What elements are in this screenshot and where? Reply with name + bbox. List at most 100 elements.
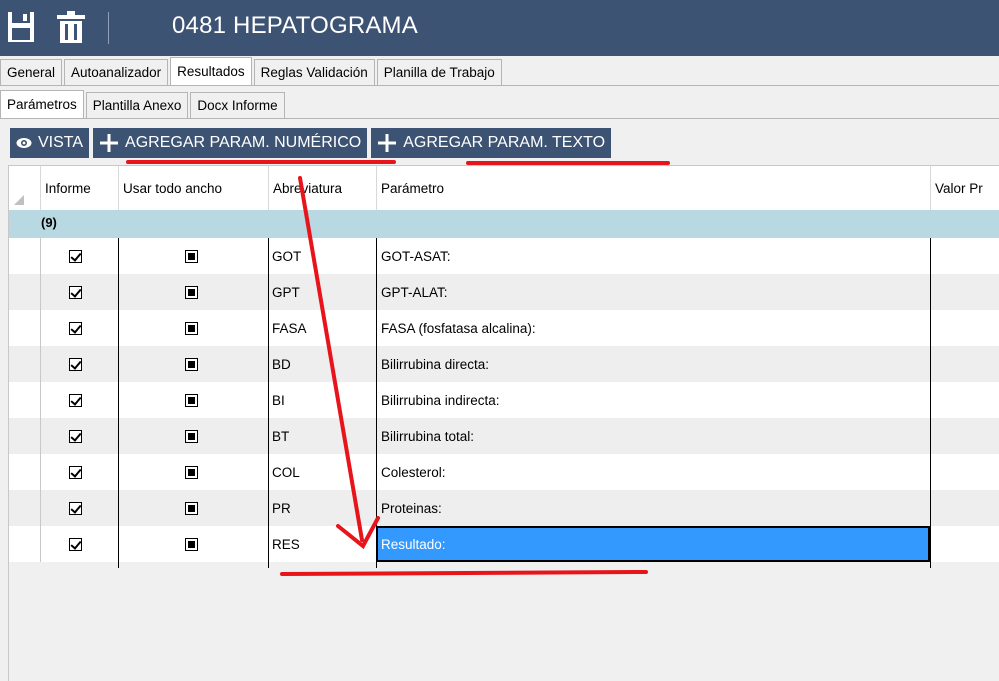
table-row[interactable]: FASA FASA (fosfatasa alcalina): xyxy=(9,310,999,346)
usar-todo-ancho-checkbox[interactable] xyxy=(185,393,198,407)
table-row[interactable]: RES Resultado: xyxy=(9,526,999,562)
informe-checkbox[interactable] xyxy=(69,501,82,515)
parametro-cell[interactable]: GPT-ALAT: xyxy=(381,274,929,310)
abreviatura-cell[interactable]: BD xyxy=(272,346,376,382)
add-text-param-button[interactable]: AGREGAR PARAM. TEXTO xyxy=(371,128,612,158)
row-header[interactable] xyxy=(9,274,41,310)
abreviatura-cell[interactable]: GPT xyxy=(272,274,376,310)
usar-todo-ancho-cell xyxy=(185,274,198,310)
tab-autoanalizador[interactable]: Autoanalizador xyxy=(64,59,169,85)
usar-todo-ancho-checkbox[interactable] xyxy=(185,501,198,515)
select-all-corner[interactable] xyxy=(9,166,41,210)
vista-button[interactable]: VISTA xyxy=(10,128,90,158)
abreviatura-cell[interactable]: GOT xyxy=(272,238,376,274)
usar-todo-ancho-checkbox[interactable] xyxy=(185,537,198,551)
valor-cell[interactable] xyxy=(931,526,999,562)
informe-checkbox[interactable] xyxy=(69,285,82,299)
usar-todo-ancho-checkbox[interactable] xyxy=(185,357,198,371)
table-row[interactable]: BI Bilirrubina indirecta: xyxy=(9,382,999,418)
row-header[interactable] xyxy=(9,310,41,346)
group-row[interactable]: (9) xyxy=(9,210,999,238)
column-divider xyxy=(930,238,931,568)
page-title: 0481 HEPATOGRAMA xyxy=(172,12,418,39)
table-row[interactable]: BD Bilirrubina directa: xyxy=(9,346,999,382)
usar-todo-ancho-cell xyxy=(185,310,198,346)
parametro-cell[interactable]: Bilirrubina total: xyxy=(381,418,929,454)
informe-checkbox[interactable] xyxy=(69,321,82,335)
informe-checkbox[interactable] xyxy=(69,537,82,551)
tab-resultados[interactable]: Resultados xyxy=(170,57,252,85)
valor-cell[interactable] xyxy=(931,490,999,526)
informe-cell xyxy=(69,418,82,454)
usar-todo-ancho-checkbox[interactable] xyxy=(185,465,198,479)
trash-icon[interactable] xyxy=(56,10,86,44)
table-row[interactable]: GOT GOT-ASAT: xyxy=(9,238,999,274)
row-header[interactable] xyxy=(9,526,41,562)
row-header[interactable] xyxy=(9,382,41,418)
grid-header: Informe Usar todo ancho Abreviatura Pará… xyxy=(9,166,999,210)
valor-cell[interactable] xyxy=(931,274,999,310)
informe-checkbox[interactable] xyxy=(69,249,82,263)
table-row[interactable]: COL Colesterol: xyxy=(9,454,999,490)
informe-cell xyxy=(69,274,82,310)
valor-cell[interactable] xyxy=(931,346,999,382)
informe-cell xyxy=(69,346,82,382)
parametro-cell[interactable]: FASA (fosfatasa alcalina): xyxy=(381,310,929,346)
usar-todo-ancho-checkbox[interactable] xyxy=(185,249,198,263)
column-header-informe[interactable]: Informe xyxy=(41,166,119,210)
valor-cell[interactable] xyxy=(931,382,999,418)
table-row[interactable]: PR Proteinas: xyxy=(9,490,999,526)
parametro-cell[interactable]: Bilirrubina directa: xyxy=(381,346,929,382)
abreviatura-cell[interactable]: BI xyxy=(272,382,376,418)
parametro-cell[interactable]: Colesterol: xyxy=(381,454,929,490)
plus-icon xyxy=(99,133,119,153)
parametro-cell[interactable]: Proteinas: xyxy=(381,490,929,526)
parametro-cell[interactable]: Bilirrubina indirecta: xyxy=(381,382,929,418)
row-header[interactable] xyxy=(9,454,41,490)
column-header-parametro[interactable]: Parámetro xyxy=(377,166,931,210)
usar-todo-ancho-checkbox[interactable] xyxy=(185,429,198,443)
informe-cell xyxy=(69,310,82,346)
parametro-cell[interactable]: Resultado: xyxy=(376,526,930,562)
row-header[interactable] xyxy=(9,490,41,526)
parametro-cell[interactable]: GOT-ASAT: xyxy=(381,238,929,274)
column-header-valor[interactable]: Valor Pr xyxy=(931,166,999,210)
row-header[interactable] xyxy=(9,418,41,454)
tab-docx-informe[interactable]: Docx Informe xyxy=(190,92,285,118)
tab-plantilla-anexo[interactable]: Plantilla Anexo xyxy=(85,92,189,118)
tab-general[interactable]: General xyxy=(0,59,63,85)
usar-todo-ancho-checkbox[interactable] xyxy=(185,321,198,335)
usar-todo-ancho-cell xyxy=(185,490,198,526)
tab-planilla-de-trabajo[interactable]: Planilla de Trabajo xyxy=(376,59,502,85)
add-numeric-param-button[interactable]: AGREGAR PARAM. NUMÉRICO xyxy=(93,128,368,158)
row-header[interactable] xyxy=(9,238,41,274)
tab-parametros[interactable]: Parámetros xyxy=(0,90,84,118)
valor-cell[interactable] xyxy=(931,310,999,346)
column-header-abreviatura[interactable]: Abreviatura xyxy=(269,166,377,210)
row-header[interactable] xyxy=(9,346,41,382)
abreviatura-cell[interactable]: FASA xyxy=(272,310,376,346)
column-header-usar-todo-ancho[interactable]: Usar todo ancho xyxy=(119,166,269,210)
valor-cell[interactable] xyxy=(931,418,999,454)
tab-reglas-validacion[interactable]: Reglas Validación xyxy=(253,59,375,85)
informe-checkbox[interactable] xyxy=(69,357,82,371)
abreviatura-cell[interactable]: COL xyxy=(272,454,376,490)
subtab-divider xyxy=(0,118,999,119)
informe-cell xyxy=(69,490,82,526)
sub-tabs: Parámetros Plantilla Anexo Docx Informe xyxy=(0,90,287,118)
table-row[interactable]: BT Bilirrubina total: xyxy=(9,418,999,454)
save-icon[interactable] xyxy=(6,10,36,44)
informe-checkbox[interactable] xyxy=(69,393,82,407)
valor-cell[interactable] xyxy=(931,454,999,490)
informe-checkbox[interactable] xyxy=(69,465,82,479)
informe-cell xyxy=(69,454,82,490)
informe-checkbox[interactable] xyxy=(69,429,82,443)
abreviatura-cell[interactable]: PR xyxy=(272,490,376,526)
usar-todo-ancho-checkbox[interactable] xyxy=(185,285,198,299)
abreviatura-cell[interactable]: RES xyxy=(272,526,376,562)
abreviatura-cell[interactable]: BT xyxy=(272,418,376,454)
toolbar: VISTA AGREGAR PARAM. NUMÉRICO AGREGAR PA… xyxy=(10,128,615,158)
table-row[interactable]: GPT GPT-ALAT: xyxy=(9,274,999,310)
vista-label: VISTA xyxy=(38,134,84,151)
valor-cell[interactable] xyxy=(931,238,999,274)
